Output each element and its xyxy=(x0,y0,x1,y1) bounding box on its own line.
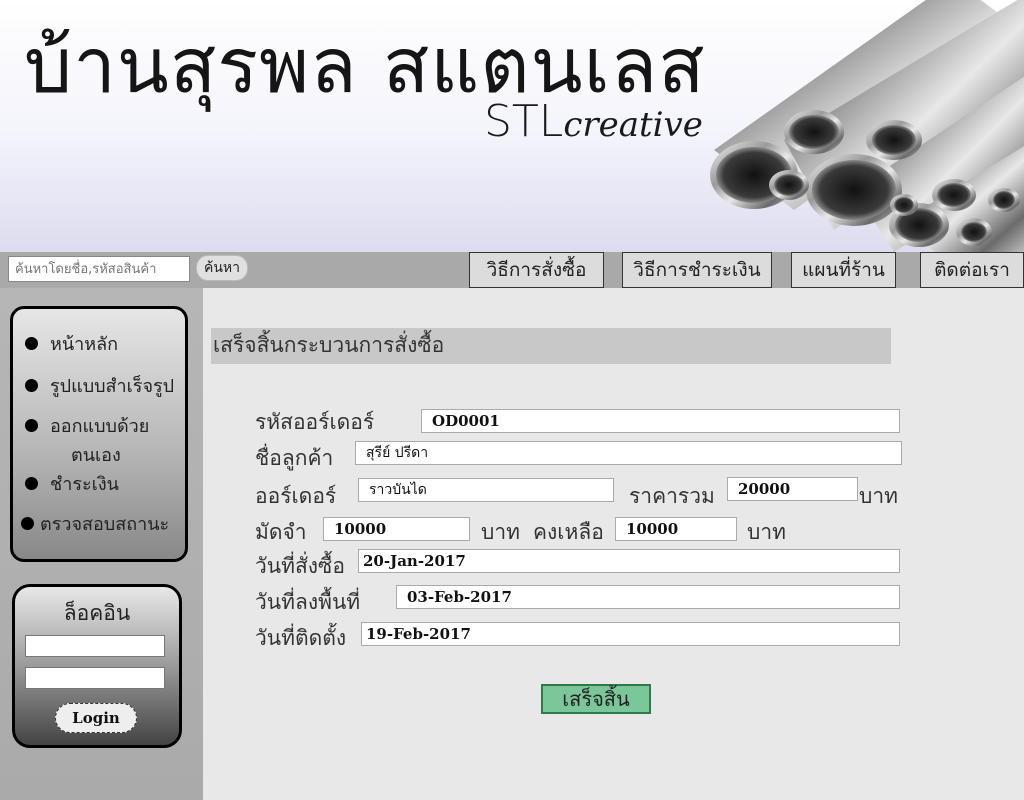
order-code-field[interactable]: OD0001 xyxy=(421,409,900,433)
brand-sub-stl: STL xyxy=(484,96,564,147)
tab-contact-us[interactable]: ติดต่อเรา xyxy=(920,252,1024,288)
price-field[interactable]: 20000 xyxy=(727,477,858,501)
deposit-field[interactable]: 10000 xyxy=(323,517,470,541)
finish-button[interactable]: เสร็จสิ้น xyxy=(541,684,651,714)
sidebar-item-ready-made[interactable]: รูปแบบสำเร็จรูป xyxy=(25,371,174,400)
brand-subtitle: STLcreative xyxy=(484,96,703,147)
search-button[interactable]: ค้นหา xyxy=(196,255,248,281)
tab-how-to-pay[interactable]: วิธีการชำระเงิน xyxy=(622,252,772,288)
deposit-unit: บาท xyxy=(481,520,520,544)
top-navbar: ค้นหา วิธีการสั่งซื้อ วิธีการชำระเงิน แผ… xyxy=(0,252,1024,288)
remaining-field[interactable]: 10000 xyxy=(615,517,737,541)
bullet-icon xyxy=(25,336,38,350)
sidebar-item-label: ออกแบบด้วย xyxy=(50,416,150,437)
password-field[interactable] xyxy=(25,667,165,689)
survey-date-field[interactable]: 03-Feb-2017 xyxy=(396,585,900,609)
bullet-icon xyxy=(25,476,38,490)
tab-store-map[interactable]: แผนที่ร้าน xyxy=(791,252,896,288)
survey-date-label: วันที่ลงพื้นที่ xyxy=(255,590,361,614)
sidebar-item-label: รูปแบบสำเร็จรูป xyxy=(50,376,175,397)
username-field[interactable] xyxy=(25,635,165,657)
install-date-field[interactable]: 19-Feb-2017 xyxy=(361,622,900,646)
sidebar-item-custom-design[interactable]: ออกแบบด้วย ตนเอง xyxy=(25,411,149,469)
bullet-icon xyxy=(25,378,38,392)
main-menu: หน้าหลัก รูปแบบสำเร็จรูป ออกแบบด้วย ตนเอ… xyxy=(10,306,188,562)
stainless-pipes-image xyxy=(710,0,1024,252)
remaining-unit: บาท xyxy=(747,520,786,544)
order-date-label: วันที่สั่งซื้อ xyxy=(255,554,345,578)
login-panel: ล็อคอิน Login xyxy=(12,584,182,748)
customer-label: ชื่อลูกค้า xyxy=(255,446,334,470)
header-banner: บ้านสุรพล สแตนเลส STLcreative xyxy=(0,0,1024,252)
order-field[interactable]: ราวบันได xyxy=(358,478,614,502)
install-date-label: วันที่ติดตั้ง xyxy=(255,626,347,650)
main-content: เสร็จสิ้นกระบวนการสั่งซื้อ รหัสออร์เดอร์… xyxy=(203,288,1024,800)
order-label: ออร์เดอร์ xyxy=(255,484,337,508)
login-title: ล็อคอิน xyxy=(63,601,131,625)
sidebar-item-payment[interactable]: ชำระเงิน xyxy=(25,469,119,498)
remaining-label: คงเหลือ xyxy=(533,520,604,544)
sidebar-item-label: ชำระเงิน xyxy=(50,474,119,495)
sidebar-item-label-cont: ตนเอง xyxy=(71,445,121,466)
tab-how-to-order[interactable]: วิธีการสั่งซื้อ xyxy=(469,252,604,288)
sidebar-item-label: ตรวจสอบสถานะ xyxy=(40,514,170,535)
login-button[interactable]: Login xyxy=(55,703,137,733)
page-title: เสร็จสิ้นกระบวนการสั่งซื้อ xyxy=(211,328,891,364)
bullet-icon xyxy=(25,418,38,432)
sidebar-item-home[interactable]: หน้าหลัก xyxy=(25,329,118,358)
bullet-icon xyxy=(21,516,34,530)
brand-sub-creative: creative xyxy=(563,105,703,145)
customer-field[interactable]: สุรีย์ ปรีดา xyxy=(355,441,902,465)
order-code-label: รหัสออร์เดอร์ xyxy=(255,410,375,434)
deposit-label: มัดจำ xyxy=(255,520,307,544)
sidebar-item-check-status[interactable]: ตรวจสอบสถานะ xyxy=(21,509,169,538)
sidebar-item-label: หน้าหลัก xyxy=(50,334,119,355)
price-unit: บาท xyxy=(859,484,898,508)
price-label: ราคารวม xyxy=(629,484,715,508)
left-sidebar: หน้าหลัก รูปแบบสำเร็จรูป ออกแบบด้วย ตนเอ… xyxy=(0,288,203,800)
search-input[interactable] xyxy=(8,256,190,282)
order-date-field[interactable]: 20-Jan-2017 xyxy=(358,549,900,573)
